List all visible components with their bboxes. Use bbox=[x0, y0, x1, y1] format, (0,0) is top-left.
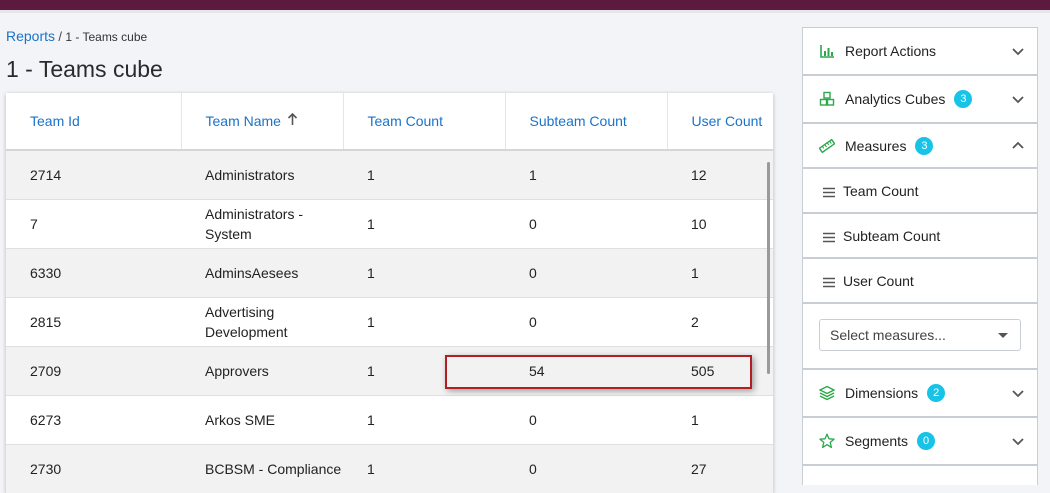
cell-team-name: AdminsAesees bbox=[181, 249, 343, 298]
table-row[interactable]: 6330 AdminsAesees 1 0 1 bbox=[6, 249, 773, 298]
cell-subteam-count: 0 bbox=[505, 396, 667, 445]
measure-item-label: User Count bbox=[843, 273, 914, 289]
cell-user-count: 1 bbox=[667, 249, 773, 298]
dropdown-caret-icon bbox=[998, 333, 1008, 338]
cell-subteam-count: 0 bbox=[505, 445, 667, 493]
cell-team-id: 6273 bbox=[6, 396, 181, 445]
dimensions-label: Dimensions bbox=[845, 385, 918, 401]
cell-team-count: 1 bbox=[343, 396, 505, 445]
table-header-row: Team Id Team Name Team Count Subteam Cou… bbox=[6, 93, 773, 150]
analytics-cubes-accordion[interactable]: Analytics Cubes 3 bbox=[802, 75, 1038, 123]
cell-user-count: 1 bbox=[667, 396, 773, 445]
cell-team-name: Administrators - System bbox=[181, 200, 343, 249]
chevron-up-icon bbox=[1011, 139, 1025, 153]
cell-team-count: 1 bbox=[343, 298, 505, 347]
cell-team-id: 2714 bbox=[6, 150, 181, 200]
table-row[interactable]: 2815 Advertising Development 1 0 2 bbox=[6, 298, 773, 347]
chevron-down-icon bbox=[1011, 434, 1025, 448]
highlight-annotation bbox=[445, 355, 752, 389]
analytics-cubes-label: Analytics Cubes bbox=[845, 91, 945, 107]
analytics-cubes-count-badge: 3 bbox=[954, 90, 972, 108]
cell-subteam-count: 1 bbox=[505, 150, 667, 200]
cell-team-count: 1 bbox=[343, 150, 505, 200]
chevron-down-icon bbox=[1011, 44, 1025, 58]
page-title: 1 - Teams cube bbox=[6, 56, 163, 83]
table-row[interactable]: 2714 Administrators 1 1 12 bbox=[6, 150, 773, 200]
measure-item-team-count[interactable]: Team Count bbox=[802, 168, 1038, 213]
cell-user-count: 12 bbox=[667, 150, 773, 200]
star-icon bbox=[819, 433, 835, 449]
drag-handle-icon[interactable] bbox=[823, 185, 835, 196]
cell-user-count: 2 bbox=[667, 298, 773, 347]
dimensions-count-badge: 2 bbox=[927, 384, 945, 402]
sort-ascending-icon bbox=[287, 113, 298, 129]
cell-team-count: 1 bbox=[343, 249, 505, 298]
chevron-down-icon bbox=[1011, 386, 1025, 400]
drag-handle-icon[interactable] bbox=[823, 275, 835, 286]
top-bar bbox=[0, 0, 1050, 10]
column-header-user-count[interactable]: User Count bbox=[667, 93, 773, 150]
measures-select-container: Select measures... bbox=[802, 303, 1038, 369]
cell-team-name: BCBSM - Compliance bbox=[181, 445, 343, 493]
cell-team-count: 1 bbox=[343, 200, 505, 249]
measure-item-user-count[interactable]: User Count bbox=[802, 258, 1038, 303]
cell-team-name: Advertising Development bbox=[181, 298, 343, 347]
dimensions-accordion[interactable]: Dimensions 2 bbox=[802, 369, 1038, 417]
column-header-team-name[interactable]: Team Name bbox=[181, 93, 343, 150]
table-row[interactable]: 6273 Arkos SME 1 0 1 bbox=[6, 396, 773, 445]
cell-user-count: 10 bbox=[667, 200, 773, 249]
bar-chart-icon bbox=[819, 43, 835, 59]
measure-item-label: Subteam Count bbox=[843, 228, 940, 244]
cubes-icon bbox=[819, 91, 835, 107]
cell-team-id: 2815 bbox=[6, 298, 181, 347]
cell-team-id: 7 bbox=[6, 200, 181, 249]
table-scrollbar[interactable] bbox=[767, 162, 770, 374]
breadcrumb-separator: / bbox=[58, 29, 62, 44]
chevron-down-icon bbox=[1011, 92, 1025, 106]
breadcrumb-reports-link[interactable]: Reports bbox=[6, 28, 55, 44]
top-divider bbox=[0, 10, 1050, 13]
select-measures-dropdown[interactable]: Select measures... bbox=[819, 319, 1021, 351]
column-header-team-id[interactable]: Team Id bbox=[6, 93, 181, 150]
breadcrumb-current: 1 - Teams cube bbox=[65, 30, 147, 44]
cell-team-id: 2709 bbox=[6, 347, 181, 396]
drag-handle-icon[interactable] bbox=[823, 230, 835, 241]
segments-accordion[interactable]: Segments 0 bbox=[802, 417, 1038, 465]
measures-label: Measures bbox=[845, 138, 906, 154]
cell-user-count: 27 bbox=[667, 445, 773, 493]
measures-accordion[interactable]: Measures 3 bbox=[802, 123, 1038, 168]
next-accordion-partial[interactable] bbox=[802, 465, 1038, 485]
report-actions-accordion[interactable]: Report Actions bbox=[802, 27, 1038, 75]
cell-subteam-count: 0 bbox=[505, 249, 667, 298]
table-row[interactable]: 7 Administrators - System 1 0 10 bbox=[6, 200, 773, 249]
cell-team-count: 1 bbox=[343, 445, 505, 493]
cell-team-id: 2730 bbox=[6, 445, 181, 493]
ruler-icon bbox=[819, 138, 835, 154]
measure-item-subteam-count[interactable]: Subteam Count bbox=[802, 213, 1038, 258]
cell-team-name: Administrators bbox=[181, 150, 343, 200]
cell-team-id: 6330 bbox=[6, 249, 181, 298]
cell-subteam-count: 0 bbox=[505, 298, 667, 347]
report-actions-label: Report Actions bbox=[845, 43, 936, 59]
results-table: Team Id Team Name Team Count Subteam Cou… bbox=[6, 93, 773, 493]
column-header-subteam-count[interactable]: Subteam Count bbox=[505, 93, 667, 150]
cell-team-name: Approvers bbox=[181, 347, 343, 396]
layers-icon bbox=[819, 385, 835, 401]
cell-team-name: Arkos SME bbox=[181, 396, 343, 445]
measure-item-label: Team Count bbox=[843, 183, 918, 199]
breadcrumb: Reports / 1 - Teams cube bbox=[6, 28, 147, 44]
results-table-card: Team Id Team Name Team Count Subteam Cou… bbox=[6, 93, 773, 493]
table-row[interactable]: 2730 BCBSM - Compliance 1 0 27 bbox=[6, 445, 773, 493]
column-header-team-count[interactable]: Team Count bbox=[343, 93, 505, 150]
segments-count-badge: 0 bbox=[917, 432, 935, 450]
segments-label: Segments bbox=[845, 433, 908, 449]
cell-subteam-count: 0 bbox=[505, 200, 667, 249]
measures-count-badge: 3 bbox=[915, 137, 933, 155]
select-measures-placeholder: Select measures... bbox=[830, 327, 946, 343]
